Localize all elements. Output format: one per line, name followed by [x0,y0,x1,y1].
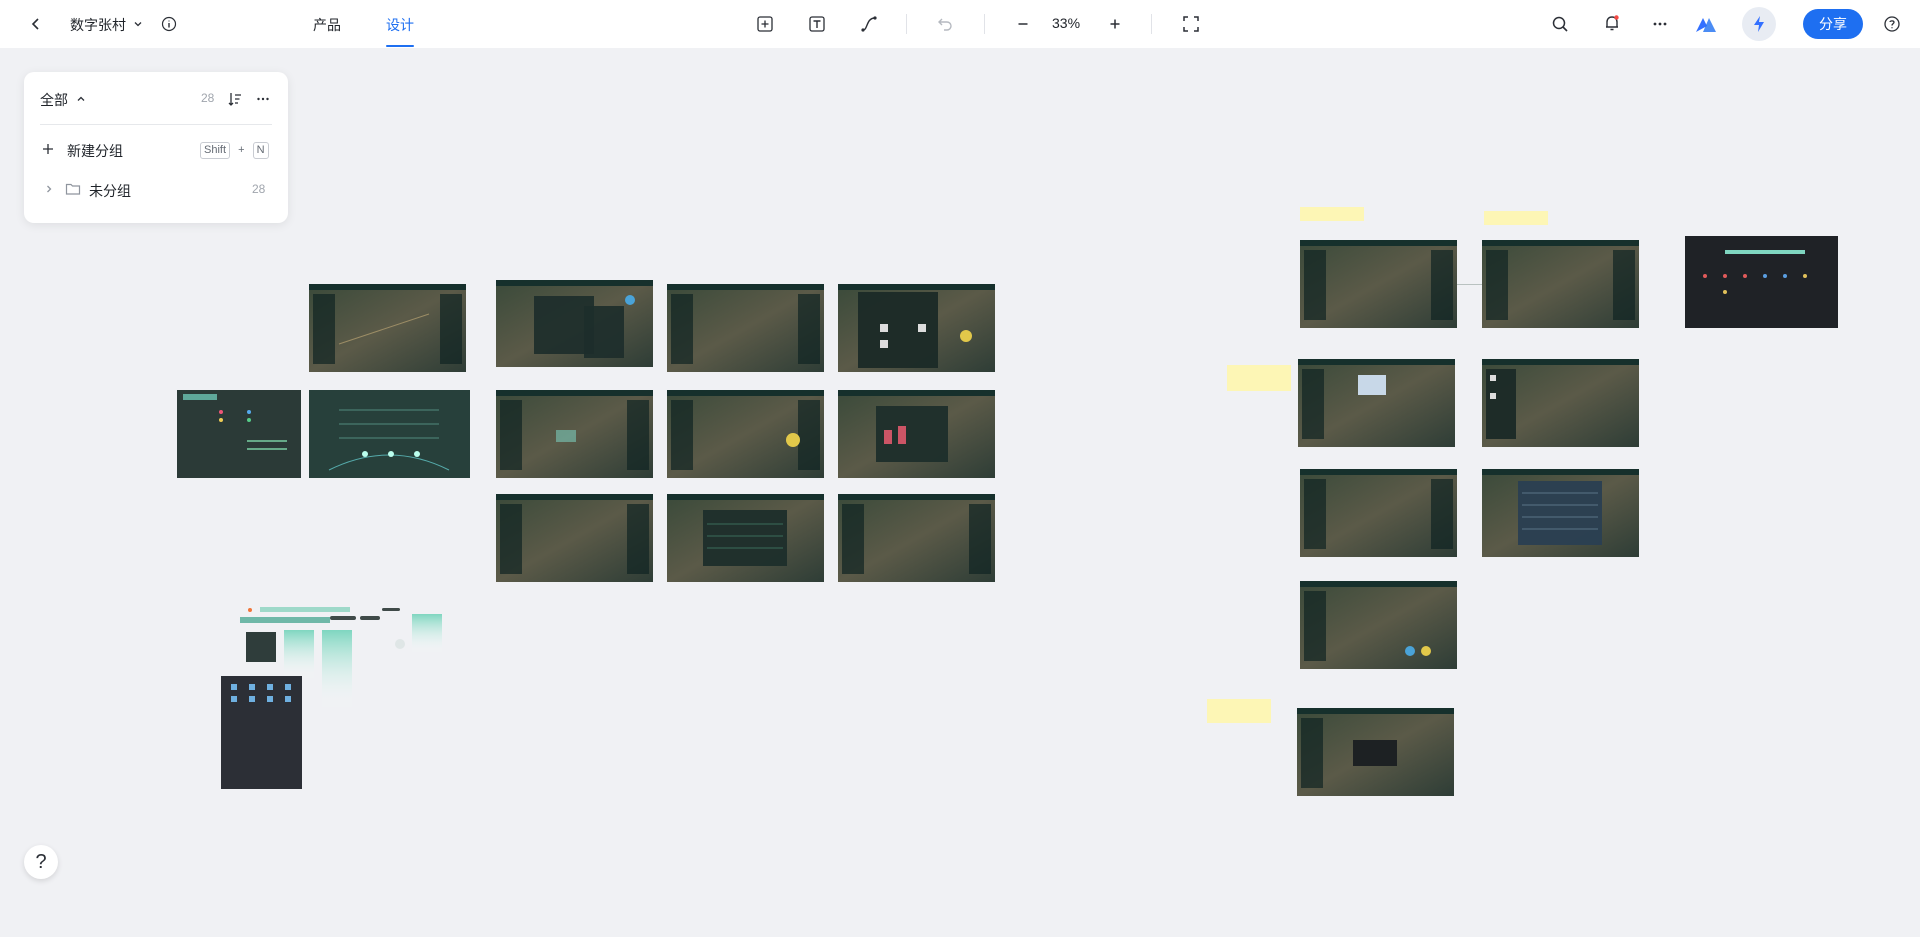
more-icon[interactable] [1650,14,1670,34]
chevron-up-icon[interactable] [74,92,88,106]
group-count: 28 [252,182,266,196]
zoom-level[interactable]: 33% [1052,15,1080,31]
text-tool-icon[interactable] [807,14,827,34]
search-icon[interactable] [1550,14,1570,34]
group-name: 未分组 [89,183,131,199]
zoom-out-icon[interactable] [1013,14,1033,34]
connector-icon[interactable] [859,14,879,34]
shortcut-key-n: N [252,142,269,159]
new-group-label: 新建分组 [67,143,123,159]
screen-thumbnail[interactable] [1482,240,1639,328]
back-icon[interactable] [26,14,46,34]
screen-thumbnail[interactable] [1298,359,1455,447]
screen-thumbnail[interactable] [838,390,995,478]
bell-icon[interactable] [1602,13,1622,33]
tab-design[interactable]: 设计 [386,15,414,35]
undo-icon[interactable] [935,14,955,34]
screen-thumbnail[interactable] [1297,708,1454,796]
tab-active-indicator [386,45,414,47]
sort-icon[interactable] [226,90,244,108]
screen-thumbnail[interactable] [496,390,653,478]
add-frame-icon[interactable] [755,14,775,34]
screen-thumbnail[interactable] [1300,581,1457,669]
document-title[interactable]: 数字张村 [70,15,126,35]
plus-icon [40,141,56,157]
connector-line [1457,284,1482,285]
help-button[interactable]: ? [24,845,58,879]
tab-product[interactable]: 产品 [313,15,341,35]
shortcut-key-shift: Shift [200,142,231,159]
screen-thumbnail[interactable] [838,494,995,582]
frames-panel: 全部 28 新建分组 Shift + N 未分组 28 [24,72,288,223]
screen-thumbnail[interactable] [1685,236,1838,328]
panel-more-icon[interactable] [254,90,272,108]
panel-title[interactable]: 全部 [40,90,68,110]
screen-thumbnail[interactable] [1300,469,1457,557]
screen-thumbnail[interactable] [496,494,653,582]
icon-sheet[interactable] [221,676,302,789]
help-circle-icon[interactable] [1882,14,1902,34]
shortcut-keys: Shift + N [200,142,269,159]
new-group-row[interactable]: 新建分组 Shift + N [36,136,276,162]
screen-thumbnail[interactable] [667,494,824,582]
sticky-note[interactable] [1300,207,1364,221]
toolbar-divider [906,14,907,34]
chevron-down-icon[interactable] [131,17,145,31]
screen-thumbnail[interactable] [309,390,470,478]
screen-thumbnail[interactable] [1482,359,1639,447]
top-toolbar: 数字张村 产品 设计 33% 分享 [0,0,1920,48]
panel-divider [40,124,272,125]
screen-thumbnail[interactable] [309,284,466,372]
screen-thumbnail[interactable] [1300,240,1457,328]
screen-thumbnail[interactable] [667,390,824,478]
toolbar-divider [984,14,985,34]
lightning-icon[interactable] [1742,7,1776,41]
screen-thumbnail[interactable] [177,390,301,478]
info-icon[interactable] [160,15,178,33]
screen-thumbnail[interactable] [838,284,995,372]
fullscreen-icon[interactable] [1181,14,1201,34]
folder-icon [64,181,82,197]
toolbar-divider [1151,14,1152,34]
zoom-in-icon[interactable] [1105,14,1125,34]
screen-thumbnail[interactable] [1482,469,1639,557]
screen-thumbnail[interactable] [496,280,653,367]
logo-icon[interactable] [1694,13,1718,35]
sticky-note[interactable] [1227,365,1291,391]
sticky-note[interactable] [1484,211,1548,225]
sticky-note[interactable] [1207,699,1271,723]
panel-count: 28 [201,91,215,105]
group-row-ungrouped[interactable]: 未分组 28 [36,176,276,202]
screen-thumbnail[interactable] [667,284,824,372]
share-button[interactable]: 分享 [1803,9,1863,39]
shortcut-plus: + [238,144,245,156]
chevron-right-icon[interactable] [42,182,56,196]
